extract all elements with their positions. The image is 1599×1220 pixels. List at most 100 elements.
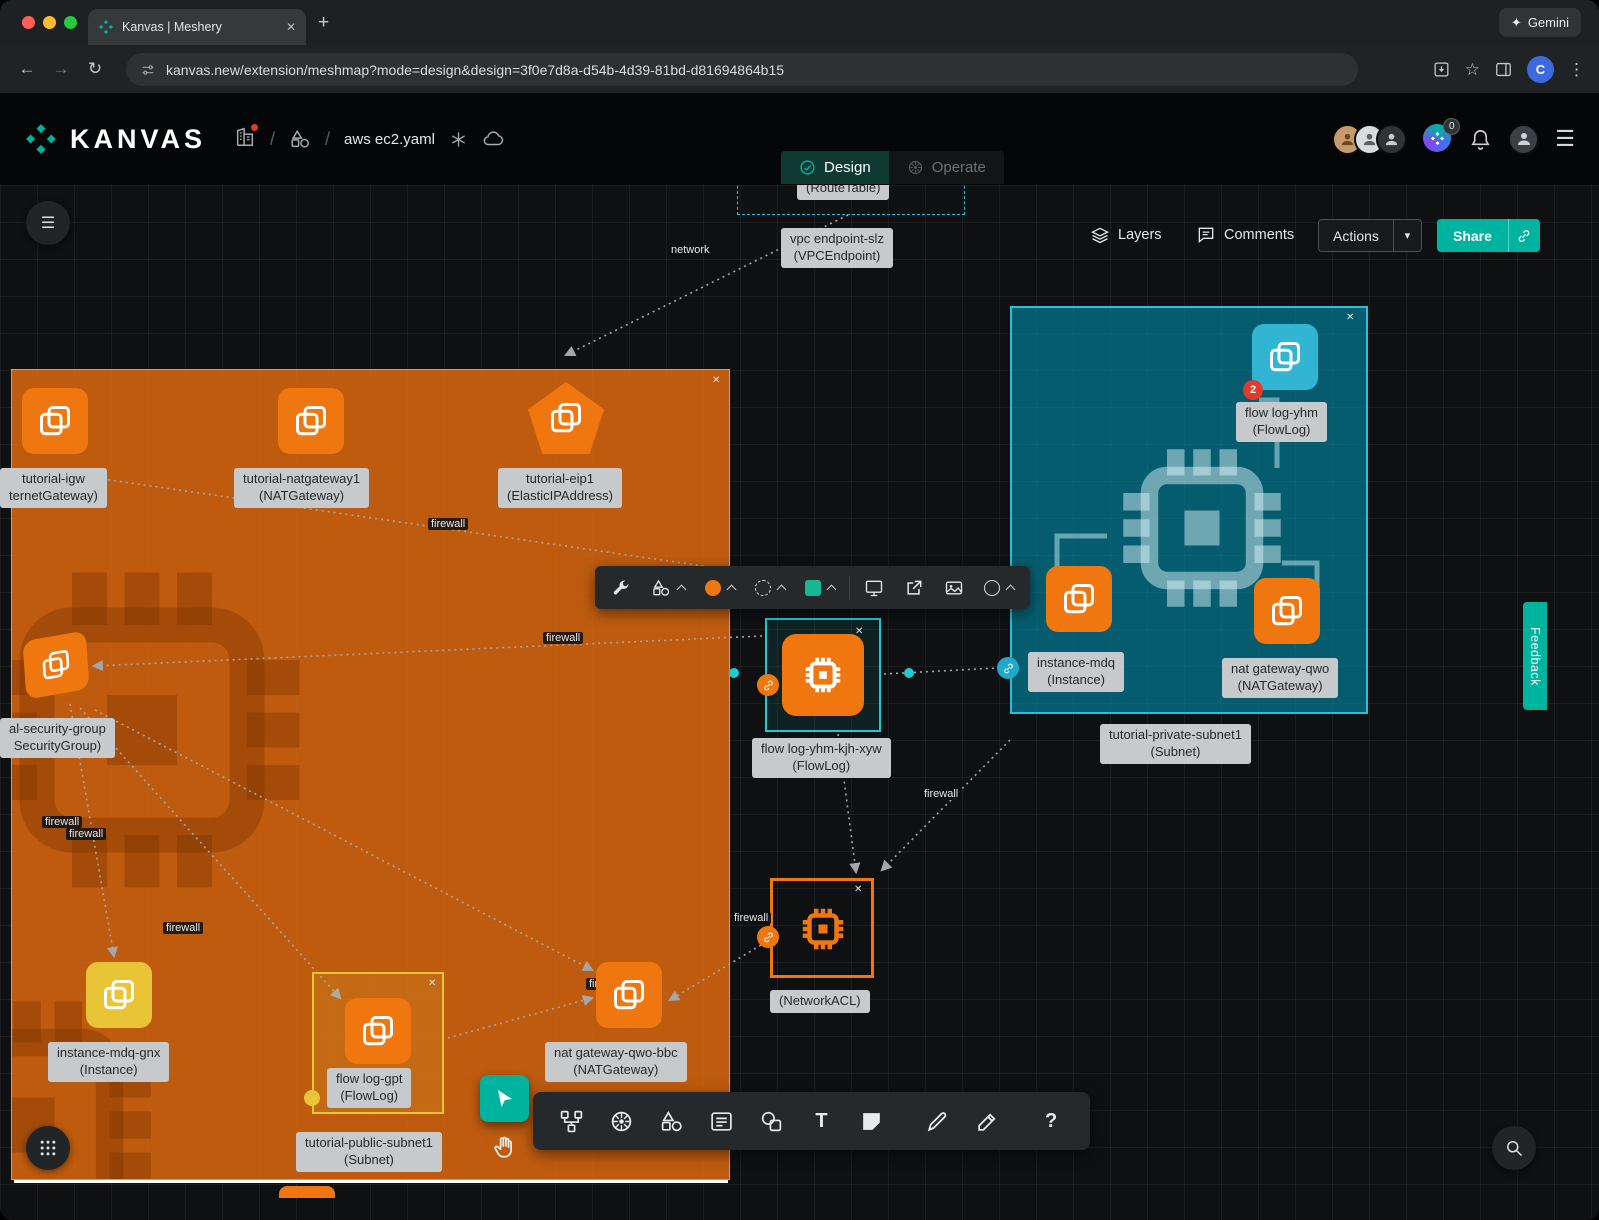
- share-button[interactable]: Share: [1437, 219, 1540, 252]
- back-button[interactable]: ←: [10, 59, 44, 79]
- browser-profile-avatar[interactable]: C: [1527, 56, 1554, 83]
- snowflake-icon[interactable]: [449, 130, 468, 149]
- node-label-elastic-ip: tutorial-eip1(ElasticIPAddress): [498, 468, 622, 508]
- zoom-search-button[interactable]: [1492, 1126, 1536, 1170]
- forward-button[interactable]: →: [44, 59, 78, 79]
- shape-picker-button[interactable]: [641, 566, 695, 609]
- tab-design[interactable]: Design: [781, 151, 889, 184]
- credits-badge[interactable]: 0: [1423, 124, 1453, 154]
- component-icon: [37, 403, 73, 439]
- node-nat-gateway-qwo[interactable]: [1254, 578, 1320, 644]
- mode-toggle: Design Operate: [781, 151, 1004, 184]
- save-icon[interactable]: [1432, 60, 1451, 79]
- kubernetes-tool[interactable]: [597, 1092, 647, 1150]
- organization-icon[interactable]: [234, 126, 256, 153]
- edge-connect-handle[interactable]: [757, 674, 779, 696]
- sticky-note-tool[interactable]: [846, 1092, 896, 1150]
- port-handle[interactable]: [304, 1090, 320, 1106]
- address-bar[interactable]: kanvas.new/extension/meshmap?mode=design…: [126, 53, 1358, 86]
- cloud-sync-icon[interactable]: [482, 128, 504, 150]
- configure-tool-button[interactable]: [601, 566, 641, 609]
- kanvas-logo[interactable]: KANVAS: [24, 122, 206, 156]
- actions-button[interactable]: Actions ▾: [1318, 219, 1422, 252]
- node-nat-gateway-1[interactable]: [278, 388, 344, 454]
- node-flow-log-gpt[interactable]: [345, 998, 411, 1064]
- share-link-icon[interactable]: [1508, 219, 1540, 252]
- user-avatar[interactable]: [1508, 124, 1539, 155]
- stroke-style-picker-button[interactable]: [745, 566, 795, 609]
- text-tool[interactable]: T: [797, 1092, 847, 1150]
- layers-label: Layers: [1118, 227, 1162, 243]
- node-corner-marker[interactable]: ✕: [854, 884, 862, 895]
- comments-button[interactable]: Comments: [1196, 225, 1294, 245]
- reload-button[interactable]: ↻: [78, 59, 112, 79]
- theme-picker-button[interactable]: [795, 566, 845, 609]
- group-shapes-tool[interactable]: [747, 1092, 797, 1150]
- feedback-tab[interactable]: Feedback: [1523, 602, 1547, 710]
- edge-label: firewall: [731, 912, 771, 924]
- pan-tool-button[interactable]: [480, 1125, 529, 1169]
- notifications-bell-icon[interactable]: [1469, 128, 1492, 151]
- node-instance-gnx[interactable]: [86, 962, 152, 1028]
- comments-label: Comments: [1224, 227, 1294, 243]
- design-file-name[interactable]: aws ec2.yaml: [344, 131, 435, 148]
- operate-label: Operate: [932, 159, 986, 176]
- shapes-tool[interactable]: [647, 1092, 697, 1150]
- browser-menu-icon[interactable]: ⋮: [1568, 60, 1585, 80]
- region-corner-marker[interactable]: ✕: [1346, 312, 1354, 323]
- node-partially-visible[interactable]: [279, 1186, 335, 1198]
- site-settings-icon[interactable]: [140, 62, 156, 78]
- node-corner-marker[interactable]: ✕: [855, 626, 863, 637]
- edge-label: firewall: [921, 788, 961, 800]
- edge-connect-handle[interactable]: [997, 657, 1019, 679]
- components-graph-tool[interactable]: [547, 1092, 597, 1150]
- region-corner-marker[interactable]: ✕: [712, 375, 720, 386]
- close-window-button[interactable]: [22, 16, 35, 29]
- open-in-new-button[interactable]: [894, 566, 934, 609]
- bookmark-star-icon[interactable]: ☆: [1465, 60, 1480, 80]
- pointer-tool-flyout: [480, 1075, 529, 1169]
- fit-screen-button[interactable]: [854, 566, 894, 609]
- edge-label: firewall: [163, 922, 203, 934]
- node-flow-log-yhm[interactable]: [1252, 324, 1318, 390]
- node-flow-log-kjh[interactable]: [782, 634, 864, 716]
- tab-close-icon[interactable]: ✕: [286, 20, 296, 34]
- app-menu-icon[interactable]: ☰: [1555, 126, 1575, 152]
- pen-tool[interactable]: [912, 1092, 962, 1150]
- select-tool-button[interactable]: [480, 1075, 529, 1122]
- fill-color-picker-button[interactable]: [695, 566, 745, 609]
- resize-handle[interactable]: [729, 668, 739, 678]
- node-label-vpc-endpoint: vpc endpoint-slz(VPCEndpoint): [781, 228, 893, 268]
- help-button[interactable]: ?: [1026, 1092, 1076, 1150]
- maximize-window-button[interactable]: [64, 16, 77, 29]
- canvas-menu-button[interactable]: ☰: [26, 201, 70, 245]
- node-label-private-subnet: tutorial-private-subnet1(Subnet): [1100, 724, 1251, 764]
- design-canvas[interactable]: ✕ ✕: [0, 185, 1599, 1220]
- export-image-button[interactable]: [934, 566, 974, 609]
- apps-grid-button[interactable]: [26, 1126, 70, 1170]
- node-label-nat-gateway-1: tutorial-natgateway1(NATGateway): [234, 468, 369, 508]
- collaborator-avatar[interactable]: [1376, 124, 1407, 155]
- collaborator-avatars[interactable]: [1332, 124, 1407, 155]
- breadcrumb-separator: /: [270, 129, 275, 150]
- browser-tab[interactable]: Kanvas | Meshery ✕: [88, 9, 306, 45]
- new-tab-button[interactable]: +: [318, 12, 329, 34]
- gemini-button[interactable]: ✦ Gemini: [1499, 8, 1581, 37]
- minimize-window-button[interactable]: [43, 16, 56, 29]
- app-window: Kanvas | Meshery ✕ + ✦ Gemini ← → ↻ kanv…: [0, 0, 1599, 1220]
- resize-handle[interactable]: [904, 668, 914, 678]
- node-corner-marker[interactable]: ✕: [428, 978, 436, 989]
- lens-picker-button[interactable]: [974, 566, 1024, 609]
- side-panel-icon[interactable]: [1494, 60, 1513, 79]
- node-internet-gateway[interactable]: [22, 388, 88, 454]
- layers-button[interactable]: Layers: [1090, 225, 1162, 245]
- node-nat-gateway-bbc[interactable]: [596, 962, 662, 1028]
- notes-tool[interactable]: [697, 1092, 747, 1150]
- edge-connect-handle[interactable]: [757, 926, 779, 948]
- node-security-group[interactable]: [22, 630, 89, 699]
- actions-caret[interactable]: ▾: [1393, 220, 1421, 251]
- tab-operate[interactable]: Operate: [889, 151, 1004, 184]
- pencil-tool[interactable]: [962, 1092, 1012, 1150]
- node-instance-mdq[interactable]: [1046, 566, 1112, 632]
- workspace-icon[interactable]: [289, 128, 311, 150]
